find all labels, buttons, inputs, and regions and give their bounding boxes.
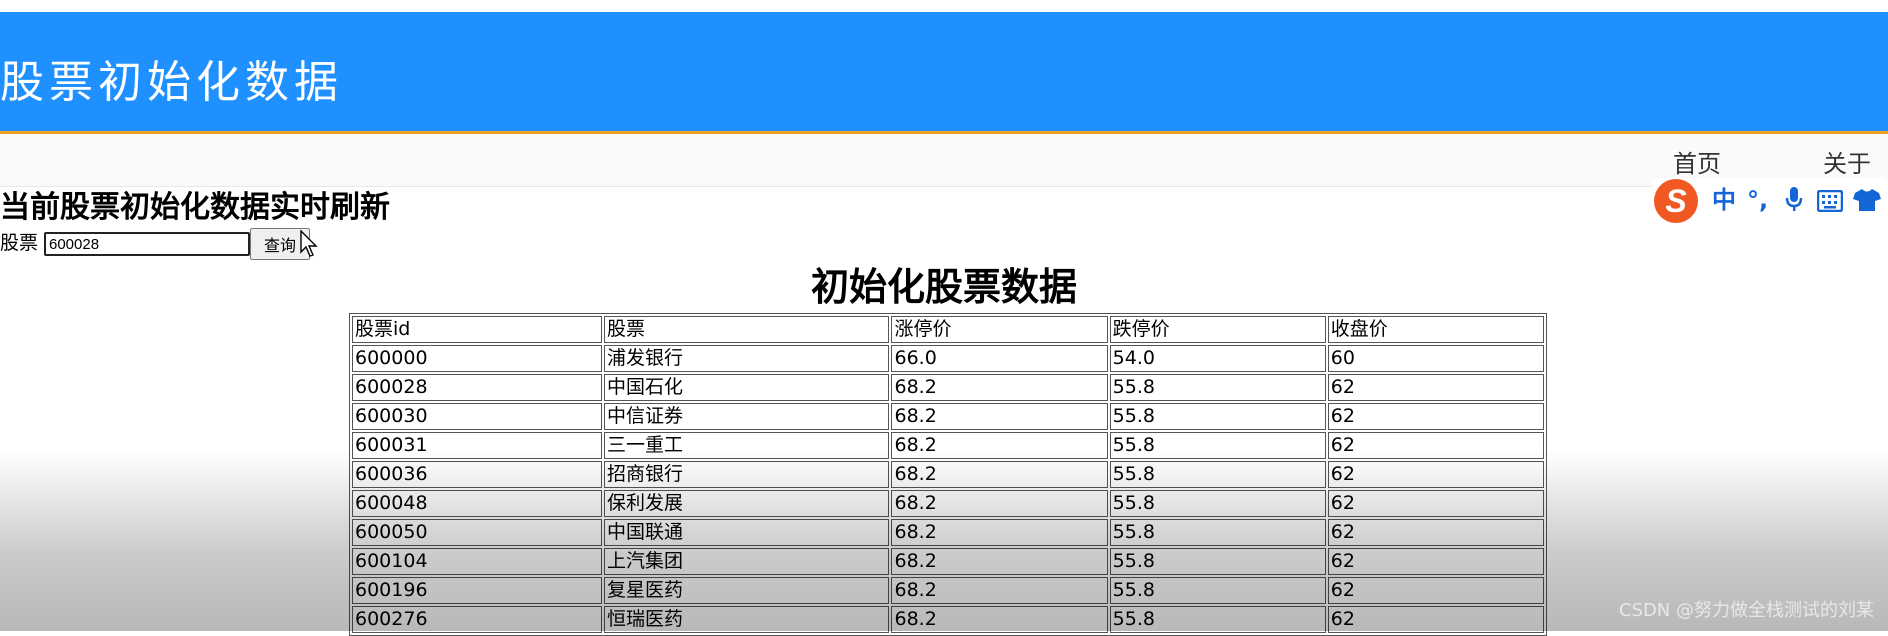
cell-stock-id: 600028 [352, 374, 602, 401]
column-header-stock-id: 股票id [352, 316, 602, 343]
cell-stock-name: 招商银行 [603, 461, 890, 488]
table-header-row: 股票id 股票 涨停价 跌停价 收盘价 [352, 316, 1544, 343]
cell-close: 62 [1327, 606, 1544, 633]
table-row: 600048 保利发展 68.2 55.8 62 [352, 490, 1544, 517]
keyboard-icon[interactable] [1816, 188, 1844, 220]
cell-stock-id: 600000 [352, 345, 602, 372]
cell-stock-name: 保利发展 [603, 490, 890, 517]
cell-limit-up: 68.2 [891, 548, 1108, 575]
column-header-limit-down: 跌停价 [1109, 316, 1326, 343]
cell-stock-name: 浦发银行 [603, 345, 890, 372]
cell-limit-up: 68.2 [891, 577, 1108, 604]
cell-stock-name: 上汽集团 [603, 548, 890, 575]
cell-stock-name: 中国联通 [603, 519, 890, 546]
cell-limit-up: 68.2 [891, 403, 1108, 430]
column-header-close: 收盘价 [1327, 316, 1544, 343]
table-title: 初始化股票数据 [810, 265, 1077, 309]
cell-close: 62 [1327, 577, 1544, 604]
cell-limit-down: 55.8 [1109, 548, 1326, 575]
cell-limit-down: 55.8 [1109, 432, 1326, 459]
table-row: 600104 上汽集团 68.2 55.8 62 [352, 548, 1544, 575]
cell-limit-up: 68.2 [891, 374, 1108, 401]
cell-limit-down: 55.8 [1109, 606, 1326, 633]
table-row: 600050 中国联通 68.2 55.8 62 [352, 519, 1544, 546]
cell-limit-up: 68.2 [891, 461, 1108, 488]
cell-close: 62 [1327, 461, 1544, 488]
table-row: 600036 招商银行 68.2 55.8 62 [352, 461, 1544, 488]
nav-bar: 首页 关于 [0, 134, 1888, 187]
cell-close: 62 [1327, 548, 1544, 575]
cell-limit-down: 54.0 [1109, 345, 1326, 372]
header-title: 股票初始化数据 [0, 57, 343, 108]
cell-limit-up: 68.2 [891, 519, 1108, 546]
cell-limit-down: 55.8 [1109, 577, 1326, 604]
ime-mode-toggle[interactable]: 中 [1712, 184, 1736, 216]
cell-close: 62 [1327, 403, 1544, 430]
cell-stock-id: 600031 [352, 432, 602, 459]
cell-stock-id: 600048 [352, 490, 602, 517]
page-heading: 当前股票初始化数据实时刷新 [0, 190, 390, 225]
table-row: 600030 中信证券 68.2 55.8 62 [352, 403, 1544, 430]
cell-limit-up: 66.0 [891, 345, 1108, 372]
nav-link-about[interactable]: 关于 [1823, 148, 1871, 180]
cell-limit-down: 55.8 [1109, 374, 1326, 401]
cell-stock-name: 中国石化 [603, 374, 890, 401]
ime-toolbar[interactable]: S 中 °, [1652, 178, 1888, 224]
cell-stock-id: 600036 [352, 461, 602, 488]
stock-data-table: 股票id 股票 涨停价 跌停价 收盘价 600000 浦发银行 66.0 54.0 60… [349, 313, 1547, 636]
column-header-limit-up: 涨停价 [891, 316, 1108, 343]
sogou-logo-icon[interactable]: S [1654, 179, 1698, 223]
cell-close: 62 [1327, 374, 1544, 401]
cell-close: 62 [1327, 490, 1544, 517]
cell-limit-down: 55.8 [1109, 490, 1326, 517]
cell-limit-down: 55.8 [1109, 519, 1326, 546]
ime-punctuation-toggle[interactable]: °, [1747, 184, 1768, 216]
table-row: 600196 复星医药 68.2 55.8 62 [352, 577, 1544, 604]
cell-limit-down: 55.8 [1109, 461, 1326, 488]
cell-stock-id: 600196 [352, 577, 602, 604]
shirt-icon[interactable] [1853, 188, 1881, 220]
table-row: 600028 中国石化 68.2 55.8 62 [352, 374, 1544, 401]
cell-stock-name: 恒瑞医药 [603, 606, 890, 633]
table-row: 600031 三一重工 68.2 55.8 62 [352, 432, 1544, 459]
csdn-watermark: CSDN @努力做全栈测试的刘某 [1618, 600, 1874, 621]
cell-limit-up: 68.2 [891, 432, 1108, 459]
cell-limit-up: 68.2 [891, 606, 1108, 633]
cell-close: 62 [1327, 519, 1544, 546]
cell-close: 60 [1327, 345, 1544, 372]
column-header-stock-name: 股票 [603, 316, 890, 343]
stock-search-input[interactable] [44, 232, 250, 256]
stock-search-label: 股票 [0, 232, 39, 254]
cell-stock-name: 中信证券 [603, 403, 890, 430]
cell-stock-name: 三一重工 [603, 432, 890, 459]
table-row: 600276 恒瑞医药 68.2 55.8 62 [352, 606, 1544, 633]
cell-limit-down: 55.8 [1109, 403, 1326, 430]
cell-limit-up: 68.2 [891, 490, 1108, 517]
nav-link-home[interactable]: 首页 [1673, 148, 1721, 180]
cell-close: 62 [1327, 432, 1544, 459]
cell-stock-name: 复星医药 [603, 577, 890, 604]
page-header: 股票初始化数据 [0, 12, 1888, 134]
microphone-icon[interactable] [1784, 186, 1804, 220]
cell-stock-id: 600276 [352, 606, 602, 633]
cell-stock-id: 600030 [352, 403, 602, 430]
mouse-cursor-icon [300, 229, 318, 262]
cell-stock-id: 600104 [352, 548, 602, 575]
cell-stock-id: 600050 [352, 519, 602, 546]
table-row: 600000 浦发银行 66.0 54.0 60 [352, 345, 1544, 372]
